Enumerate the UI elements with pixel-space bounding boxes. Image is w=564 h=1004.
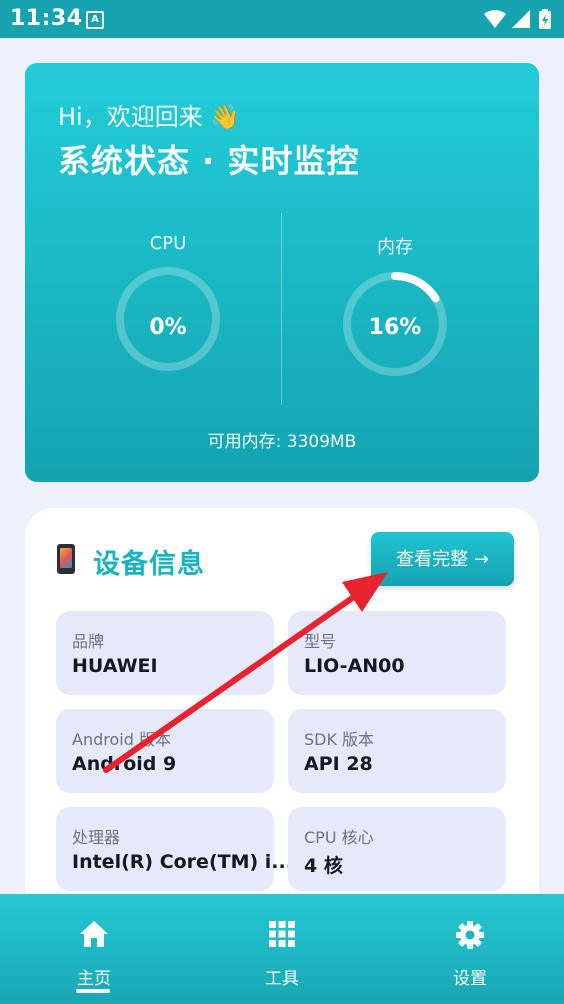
home-icon xyxy=(80,921,108,947)
device-info-title: 设备信息 xyxy=(93,549,205,580)
info-key: 品牌 xyxy=(72,632,105,651)
info-cell-sdk-version: SDK 版本 API 28 xyxy=(288,709,506,793)
nav-item-settings[interactable]: 设置 xyxy=(400,894,540,1004)
signal-icon xyxy=(512,10,530,28)
info-value: 4 核 xyxy=(304,855,343,877)
nav-label-home: 主页 xyxy=(77,969,111,989)
nav-item-tools[interactable]: 工具 xyxy=(212,894,352,1004)
device-info-card: 设备信息 查看完整 → 品牌 HUAWEI 型号 LIO-AN00 Androi… xyxy=(25,508,539,908)
view-full-button[interactable]: 查看完整 → xyxy=(371,532,514,586)
info-key: Android 版本 xyxy=(72,730,171,749)
info-value: Android 9 xyxy=(72,753,177,775)
info-key: 处理器 xyxy=(72,828,121,847)
info-key: 型号 xyxy=(304,632,337,651)
info-cell-brand: 品牌 HUAWEI xyxy=(56,611,274,695)
info-key: SDK 版本 xyxy=(304,730,375,749)
greeting-text: Hi，欢迎回来 👋 xyxy=(58,103,241,131)
nav-label-tools: 工具 xyxy=(265,969,299,989)
memory-value: 16% xyxy=(368,315,422,340)
system-status-icons xyxy=(484,9,551,29)
nav-label-settings: 设置 xyxy=(453,969,487,989)
grid-icon xyxy=(269,921,295,947)
system-status-card: Hi，欢迎回来 👋 系统状态 · 实时监控 CPU 0% 内存 16% 可用内存… xyxy=(25,63,539,482)
info-cell-android-version: Android 版本 Android 9 xyxy=(56,709,274,793)
cpu-gauge: CPU 0% xyxy=(98,233,238,374)
bottom-navigation: 主页 工具 设置 xyxy=(0,894,564,1004)
info-cell-processor: 处理器 Intel(R) Core(TM) i... xyxy=(56,807,293,891)
cpu-label: CPU xyxy=(149,233,187,254)
nav-item-home[interactable]: 主页 xyxy=(24,894,164,1004)
gear-icon xyxy=(456,921,484,949)
info-value: Intel(R) Core(TM) i... xyxy=(72,851,293,873)
memory-label: 内存 xyxy=(377,237,413,258)
available-memory: 可用内存: 3309MB xyxy=(207,432,357,452)
wifi-icon xyxy=(484,10,506,28)
hero-title: 系统状态 · 实时监控 xyxy=(58,142,360,180)
info-value: LIO-AN00 xyxy=(304,655,405,677)
info-key: CPU 核心 xyxy=(304,828,374,847)
status-bar: 11:34 A xyxy=(0,0,564,38)
phone-icon xyxy=(57,544,75,574)
status-time: 11:34 xyxy=(10,6,83,31)
battery-icon xyxy=(539,9,551,29)
active-indicator xyxy=(76,989,110,993)
gauge-divider xyxy=(281,213,282,405)
memory-gauge: 内存 16% xyxy=(325,233,465,379)
cpu-value: 0% xyxy=(149,315,187,340)
info-cell-model: 型号 LIO-AN00 xyxy=(288,611,506,695)
info-cell-cpu-cores: CPU 核心 4 核 xyxy=(288,807,506,891)
info-value: HUAWEI xyxy=(72,655,158,677)
notification-icon: A xyxy=(86,11,104,29)
info-value: API 28 xyxy=(304,753,373,775)
